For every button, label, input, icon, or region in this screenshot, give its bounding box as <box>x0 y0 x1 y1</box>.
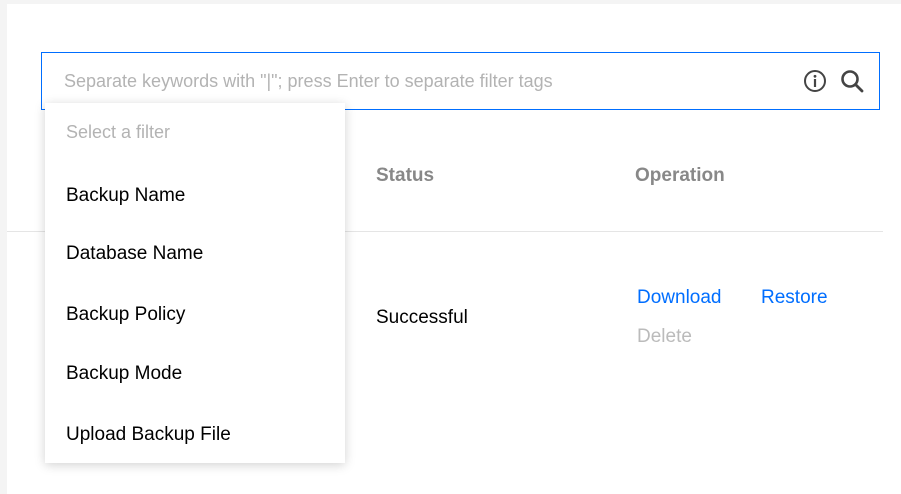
column-header-operation: Operation <box>635 165 725 186</box>
filter-option-backup-mode[interactable]: Backup Mode <box>45 345 345 403</box>
info-icon[interactable] <box>803 69 827 93</box>
download-link[interactable]: Download <box>637 287 722 309</box>
dropdown-header: Select a filter <box>66 122 171 142</box>
search-icon[interactable] <box>839 68 865 94</box>
filter-dropdown: Select a filter Backup Name Database Nam… <box>45 103 345 463</box>
filter-option-backup-name[interactable]: Backup Name <box>45 167 345 225</box>
filter-option-database-name[interactable]: Database Name <box>45 225 345 283</box>
column-header-status: Status <box>376 165 435 186</box>
delete-link-disabled: Delete <box>637 326 692 347</box>
status-cell: Successful <box>376 307 468 328</box>
filter-option-backup-policy[interactable]: Backup Policy <box>45 286 345 344</box>
filter-option-upload-backup-file[interactable]: Upload Backup File <box>45 406 345 464</box>
filter-search-box[interactable] <box>41 52 880 110</box>
restore-link[interactable]: Restore <box>761 287 828 309</box>
search-input[interactable] <box>64 53 784 109</box>
